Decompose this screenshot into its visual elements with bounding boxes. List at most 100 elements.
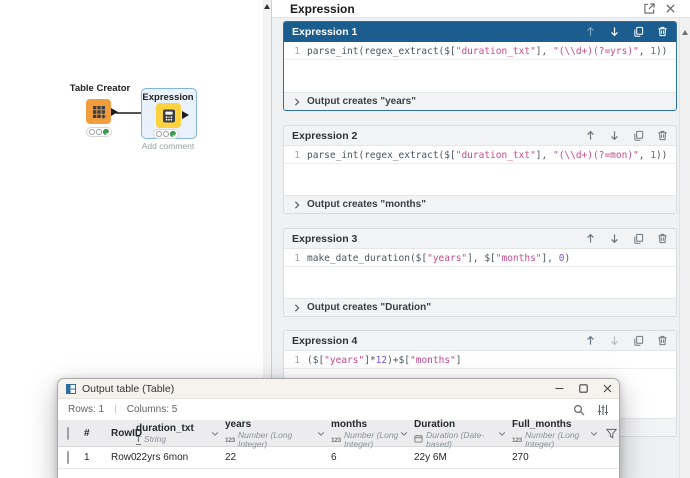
code-token: "duration_txt" bbox=[456, 46, 536, 57]
copy-icon[interactable] bbox=[633, 335, 644, 346]
minimize-button[interactable] bbox=[547, 380, 571, 398]
chevron-right-icon[interactable] bbox=[293, 201, 301, 209]
column-header[interactable]: Duration Duration (Date-based) bbox=[414, 419, 512, 449]
number-type-icon: 123 bbox=[331, 435, 341, 445]
code-token: "(\\d+)(?=mon)" bbox=[553, 150, 639, 161]
code-token: parse_int(regex_extract($[ bbox=[307, 46, 456, 57]
code-text: parse_int(regex_extract($["duration_txt"… bbox=[307, 46, 667, 57]
code-token: , bbox=[639, 150, 650, 161]
code-line[interactable]: 1 parse_int(regex_extract($["duration_tx… bbox=[284, 148, 676, 164]
open-in-new-window-icon[interactable] bbox=[644, 3, 655, 14]
expression-card[interactable]: Expression 1 1 parse_int(regex_extract($… bbox=[283, 21, 677, 111]
column-header[interactable]: duration_txt T String bbox=[136, 423, 225, 444]
row-id-header: RowID bbox=[111, 428, 136, 439]
panel-scrollbar[interactable] bbox=[679, 18, 690, 478]
code-line[interactable]: 1 ($["years"]*12)+$["months"] bbox=[284, 353, 676, 369]
column-header[interactable]: months 123 Number (Long Integer) bbox=[331, 419, 414, 449]
line-number: 1 bbox=[284, 253, 300, 264]
row-checkbox[interactable] bbox=[67, 452, 84, 463]
move-down-icon[interactable] bbox=[609, 26, 620, 37]
expression-card[interactable]: Expression 2 1 parse_int(regex_extract($… bbox=[283, 125, 677, 214]
code-editor[interactable]: 1 make_date_duration($["years"], $["mont… bbox=[284, 249, 676, 298]
copy-icon[interactable] bbox=[633, 233, 644, 244]
expression-card-title: Expression 2 bbox=[292, 130, 357, 142]
move-up-icon[interactable] bbox=[585, 26, 596, 37]
delete-icon[interactable] bbox=[657, 233, 668, 244]
expression-card[interactable]: Expression 3 1 make_date_duration($["yea… bbox=[283, 228, 677, 317]
output-footer[interactable]: Output creates "Duration" bbox=[284, 298, 676, 316]
code-token: ] bbox=[456, 355, 462, 366]
delete-icon[interactable] bbox=[657, 335, 668, 346]
row-number-header: # bbox=[84, 428, 111, 439]
expression-card-header[interactable]: Expression 2 bbox=[284, 126, 676, 146]
column-header[interactable]: years 123 Number (Long Integer) bbox=[225, 419, 331, 449]
node-expression[interactable] bbox=[156, 103, 181, 128]
row-number-cell: 1 bbox=[84, 452, 111, 463]
column-type-label: Number (Long Integer) bbox=[525, 431, 590, 449]
copy-icon[interactable] bbox=[633, 130, 644, 141]
chevron-right-icon[interactable] bbox=[293, 304, 301, 312]
output-footer[interactable]: Output creates "years" bbox=[284, 92, 676, 110]
chevron-right-icon[interactable] bbox=[293, 98, 301, 106]
scroll-up-icon[interactable] bbox=[264, 4, 270, 9]
delete-icon[interactable] bbox=[657, 26, 668, 37]
code-token: "years" bbox=[324, 355, 364, 366]
chevron-down-icon[interactable] bbox=[211, 430, 219, 441]
delete-icon[interactable] bbox=[657, 130, 668, 141]
maximize-button[interactable] bbox=[571, 380, 595, 398]
table-row[interactable]: 1 Row0 22yrs 6mon22622y 6M270 bbox=[58, 447, 619, 469]
status-light-configured bbox=[96, 129, 102, 135]
output-footer-text: Output creates "years" bbox=[307, 96, 416, 107]
rows-count-label: Rows: 1 bbox=[68, 404, 104, 415]
scroll-up-icon[interactable] bbox=[682, 30, 688, 35]
move-down-icon[interactable] bbox=[609, 233, 620, 244]
row-id-cell: Row0 bbox=[111, 452, 136, 463]
node-table-creator[interactable] bbox=[86, 99, 111, 124]
column-settings-icon[interactable] bbox=[597, 404, 609, 416]
move-down-icon[interactable] bbox=[609, 130, 620, 141]
code-token: ) bbox=[564, 253, 570, 264]
copy-icon[interactable] bbox=[633, 26, 644, 37]
chevron-down-icon[interactable] bbox=[400, 430, 408, 441]
expression-output-port[interactable] bbox=[182, 111, 189, 119]
code-token: ], bbox=[536, 46, 553, 57]
code-token: "years" bbox=[427, 253, 467, 264]
code-editor[interactable]: 1 parse_int(regex_extract($["duration_tx… bbox=[284, 146, 676, 195]
column-name: duration_txt bbox=[136, 423, 194, 434]
output-footer[interactable]: Output creates "months" bbox=[284, 195, 676, 213]
expression-card-header[interactable]: Expression 4 bbox=[284, 331, 676, 351]
table-cell: 22y 6M bbox=[414, 452, 512, 463]
expression-card-header[interactable]: Expression 3 bbox=[284, 229, 676, 249]
chevron-down-icon[interactable] bbox=[590, 430, 598, 441]
column-name: years bbox=[225, 419, 251, 430]
window-titlebar[interactable]: Output table (Table) bbox=[58, 379, 619, 399]
expression-card-header[interactable]: Expression 1 bbox=[284, 22, 676, 42]
line-number: 1 bbox=[284, 150, 300, 161]
code-token: "(\\d+)(?=yrs)" bbox=[553, 46, 639, 57]
table-empty-area bbox=[58, 469, 619, 478]
code-line[interactable]: 1 make_date_duration($["years"], $["mont… bbox=[284, 251, 676, 267]
move-up-icon[interactable] bbox=[585, 233, 596, 244]
column-name: months bbox=[331, 419, 367, 430]
move-up-icon[interactable] bbox=[585, 130, 596, 141]
column-header[interactable]: Full_months 123 Number (Long Integer) bbox=[512, 419, 604, 449]
number-type-icon: 123 bbox=[512, 435, 522, 445]
chevron-down-icon[interactable] bbox=[498, 430, 506, 441]
move-up-icon[interactable] bbox=[585, 335, 596, 346]
code-token: )) bbox=[656, 150, 667, 161]
code-line[interactable]: 1 parse_int(regex_extract($["duration_tx… bbox=[284, 44, 676, 60]
close-window-button[interactable] bbox=[595, 380, 619, 398]
chevron-down-icon[interactable] bbox=[317, 430, 325, 441]
add-comment-label[interactable]: Add comment bbox=[128, 141, 208, 151]
select-all-checkbox[interactable] bbox=[67, 428, 84, 439]
filter-funnel-icon[interactable] bbox=[606, 428, 617, 439]
search-icon[interactable] bbox=[573, 404, 585, 416]
column-name: Full_months bbox=[512, 419, 571, 430]
status-light-idle bbox=[156, 131, 162, 137]
code-editor[interactable]: 1 parse_int(regex_extract($["duration_tx… bbox=[284, 42, 676, 92]
move-down-icon[interactable] bbox=[609, 335, 620, 346]
panel-title: Expression bbox=[290, 2, 355, 16]
code-token: ], bbox=[536, 150, 553, 161]
code-text: make_date_duration($["years"], $["months… bbox=[307, 253, 570, 264]
close-panel-icon[interactable] bbox=[665, 3, 676, 14]
